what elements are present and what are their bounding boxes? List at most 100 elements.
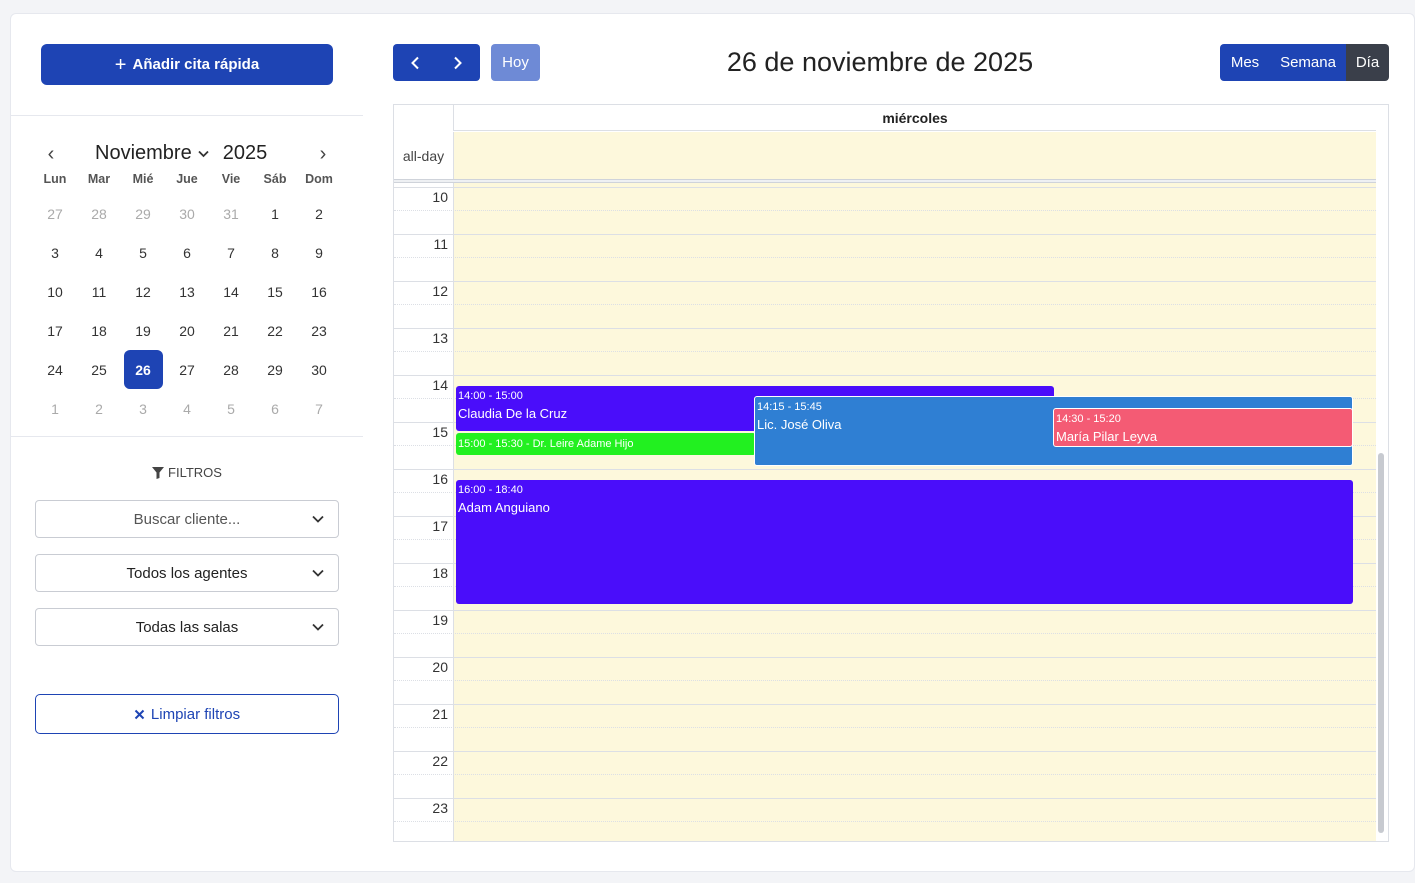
event-title: María Pilar Leyva [1056,429,1158,444]
calendar-day[interactable]: 5 [209,389,253,428]
calendar-day[interactable]: 15 [253,272,297,311]
weekday-label: Mar [87,172,111,186]
calendar-day[interactable]: 25 [77,350,121,389]
day-number: 7 [315,400,323,417]
calendar-day[interactable]: 30 [297,350,341,389]
day-number: 20 [179,322,195,339]
calendar-day[interactable]: 4 [165,389,209,428]
calendar-day[interactable]: 13 [165,272,209,311]
hour-line [394,234,1376,235]
agents-select[interactable]: Todos los agentes [35,554,339,592]
day-number: 5 [139,244,147,261]
day-number: 15 [267,283,283,300]
sidebar-divider [11,115,363,116]
calendar-day[interactable]: 1 [33,389,77,428]
calendar-day[interactable]: 7 [297,389,341,428]
view-month-button[interactable]: Mes [1220,44,1270,81]
calendar-day[interactable]: 3 [121,389,165,428]
calendar-day[interactable]: 21 [209,311,253,350]
chevron-down-icon[interactable] [198,147,209,161]
calendar-day[interactable]: 2 [77,389,121,428]
clear-filters-button[interactable]: Limpiar filtros [35,694,339,734]
event-time: 16:00 - 18:40 [458,484,523,496]
calendar-day[interactable]: 1 [253,194,297,233]
view-day-button[interactable]: Día [1346,44,1389,81]
rooms-select[interactable]: Todas las salas [35,608,339,646]
calendar-day[interactable]: 6 [165,233,209,272]
event-time: 15:00 - 15:30 - Dr. Leire Adame Hijo [458,438,634,450]
hour-label: 21 [432,706,448,722]
allday-cell[interactable] [453,132,1376,179]
calendar-day[interactable]: 30 [165,194,209,233]
calendar-day[interactable]: 24 [33,350,77,389]
day-number: 10 [47,283,63,300]
year-label[interactable]: 2025 [223,142,268,165]
quick-add-button[interactable]: + Añadir cita rápida [41,44,333,85]
day-number: 29 [135,205,151,222]
day-number: 2 [315,205,323,222]
mini-calendar-grid: 27 28 29 30 31 1 2 3 4 5 6 7 8 9 10 11 12 13 14 15 16 17 18 19 2… [33,194,341,428]
calendar-day[interactable]: 22 [253,311,297,350]
hour-label: 12 [432,283,448,299]
event-maria[interactable]: 14:30 - 15:20 María Pilar Leyva [1053,408,1353,447]
calendar-day[interactable]: 7 [209,233,253,272]
calendar-day[interactable]: 31 [209,194,253,233]
calendar-day[interactable]: 29 [253,350,297,389]
event-leire[interactable]: 15:00 - 15:30 - Dr. Leire Adame Hijo [456,433,756,455]
hour-label: 16 [432,471,448,487]
chevron-right-icon [454,56,463,69]
selected-day[interactable]: 26 [121,350,165,389]
calendar-day[interactable]: 10 [33,272,77,311]
chevron-down-icon [312,623,324,631]
calendar-day[interactable]: 12 [121,272,165,311]
calendar-day[interactable]: 4 [77,233,121,272]
calendar-day[interactable]: 29 [121,194,165,233]
view-week-button[interactable]: Semana [1270,44,1346,81]
weekday-label: Lun [43,172,67,186]
day-number: 11 [91,283,107,300]
calendar-day[interactable]: 28 [209,350,253,389]
scrollbar[interactable] [1378,453,1384,833]
next-month-icon[interactable]: › [311,142,335,166]
calendar-day[interactable]: 27 [165,350,209,389]
calendar-day[interactable]: 19 [121,311,165,350]
calendar-day[interactable]: 16 [297,272,341,311]
day-number: 26 [123,350,163,389]
hour-line [394,328,1376,329]
calendar-day[interactable]: 2 [297,194,341,233]
half-hour-line [394,774,1376,775]
time-grid[interactable]: 10 11 12 13 14 15 16 17 18 19 20 21 22 23 14:00 - 15:… [394,183,1376,841]
chevron-down-icon [312,515,324,523]
filters-title: FILTROS [168,465,222,480]
calendar-day[interactable]: 20 [165,311,209,350]
prev-month-icon[interactable]: ‹ [39,142,63,166]
month-select[interactable]: Noviembre [95,142,192,165]
hour-label: 15 [432,424,448,440]
calendar-day[interactable]: 27 [33,194,77,233]
day-number: 9 [315,244,323,261]
clear-filters-label: Limpiar filtros [150,705,241,723]
today-button[interactable]: Hoy [491,44,540,81]
allday-label: all-day [402,147,445,164]
calendar-day[interactable]: 28 [77,194,121,233]
event-adam[interactable]: 16:00 - 18:40 Adam Anguiano [456,480,1353,604]
client-search-select[interactable]: Buscar cliente... [35,500,339,538]
calendar-day[interactable]: 23 [297,311,341,350]
close-icon [134,709,145,719]
calendar-day[interactable]: 9 [297,233,341,272]
filters-heading: FILTROS [11,465,363,480]
hour-line [394,751,1376,752]
prev-button[interactable] [393,44,437,81]
calendar-day[interactable]: 18 [77,311,121,350]
calendar-day[interactable]: 3 [33,233,77,272]
calendar-day[interactable]: 17 [33,311,77,350]
calendar-day[interactable]: 8 [253,233,297,272]
calendar-day[interactable]: 11 [77,272,121,311]
calendar-day[interactable]: 14 [209,272,253,311]
calendar-day[interactable]: 5 [121,233,165,272]
half-hour-line [394,210,1376,211]
half-hour-line [394,351,1376,352]
calendar-day[interactable]: 6 [253,389,297,428]
half-hour-line [394,304,1376,305]
next-button[interactable] [437,44,481,81]
